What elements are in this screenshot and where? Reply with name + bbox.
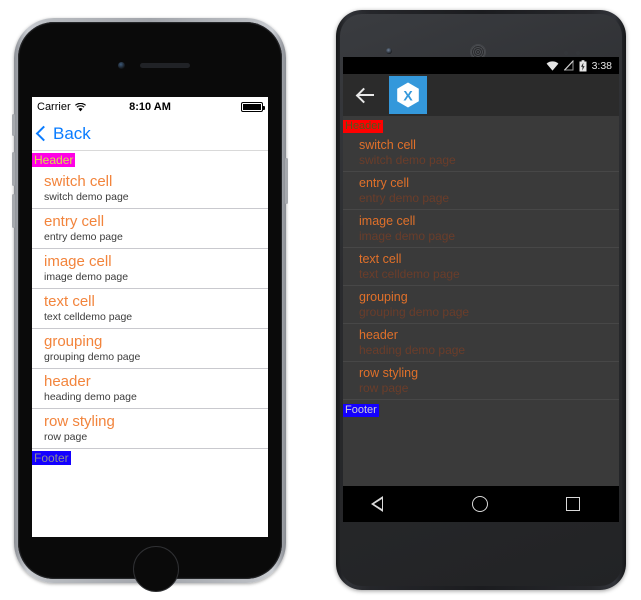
- android-action-bar: X: [343, 74, 619, 116]
- list-item-title: text cell: [359, 252, 402, 266]
- list-item-subtitle: row page: [44, 431, 88, 443]
- svg-text:X: X: [403, 88, 413, 104]
- list-item[interactable]: header heading demo page: [343, 324, 619, 362]
- chevron-left-icon: [35, 125, 52, 142]
- android-clock: 3:38: [591, 59, 612, 72]
- list-item-subtitle: entry demo page: [44, 231, 123, 243]
- list-item[interactable]: grouping grouping demo page: [343, 286, 619, 324]
- ios-list-header: Header: [32, 151, 268, 169]
- android-light-sensor: [576, 51, 580, 55]
- wifi-icon: [546, 60, 558, 71]
- list-item-title: switch cell: [44, 173, 113, 190]
- ios-nav-bar: Back: [32, 117, 268, 151]
- arrow-left-icon[interactable]: [357, 86, 375, 104]
- list-item-subtitle: row page: [359, 381, 409, 395]
- list-item-title: text cell: [44, 293, 95, 310]
- battery-icon: [241, 102, 265, 112]
- ios-list-footer: Footer: [32, 449, 268, 467]
- list-item-title: entry cell: [359, 176, 410, 190]
- iphone-power-button[interactable]: [285, 158, 288, 204]
- list-item-subtitle: grouping demo page: [44, 351, 141, 363]
- iphone-device-frame: Carrier 8:10 AM Back Header switch cell …: [12, 18, 288, 592]
- list-item-subtitle: grouping demo page: [359, 305, 470, 319]
- android-list[interactable]: Header switch cell switch demo page entr…: [343, 116, 619, 418]
- list-item-subtitle: heading demo page: [44, 391, 137, 403]
- list-item-title: header: [359, 328, 398, 342]
- ios-back-label: Back: [53, 123, 91, 143]
- list-item-title: row styling: [44, 413, 115, 430]
- ios-header-badge: Header: [32, 153, 76, 167]
- list-item-subtitle: entry demo page: [359, 191, 450, 205]
- ios-back-button[interactable]: Back: [35, 123, 91, 144]
- ios-status-bar: Carrier 8:10 AM: [32, 97, 268, 117]
- list-item-title: entry cell: [44, 213, 105, 230]
- nav-home-icon[interactable]: [472, 496, 488, 512]
- list-item-subtitle: heading demo page: [359, 343, 466, 357]
- android-proximity-sensor: [564, 51, 568, 55]
- list-item-title: header: [44, 373, 91, 390]
- list-item[interactable]: grouping grouping demo page: [32, 329, 268, 369]
- ios-list[interactable]: Header switch cell switch demo page entr…: [32, 151, 268, 467]
- android-front-camera-icon: [386, 48, 392, 54]
- list-item[interactable]: row styling row page: [32, 409, 268, 449]
- list-item[interactable]: header heading demo page: [32, 369, 268, 409]
- android-screen: 3:38 X Header switch cell switch demo pa…: [343, 57, 619, 522]
- list-item-title: row styling: [359, 366, 419, 380]
- ios-footer-badge: Footer: [32, 451, 71, 465]
- ios-clock: 8:10 AM: [129, 101, 171, 113]
- list-item[interactable]: switch cell switch demo page: [32, 169, 268, 209]
- list-item-subtitle: switch demo page: [359, 153, 456, 167]
- android-nav-bar: [343, 486, 619, 522]
- iphone-volume-down-button[interactable]: [12, 194, 15, 228]
- android-header-badge: Header: [343, 120, 384, 133]
- android-device-frame: 3:38 X Header switch cell switch demo pa…: [336, 10, 626, 590]
- list-item[interactable]: entry cell entry demo page: [32, 209, 268, 249]
- android-status-bar: 3:38: [343, 57, 619, 74]
- iphone-home-button[interactable]: [133, 546, 179, 592]
- list-item-subtitle: image demo page: [359, 229, 456, 243]
- iphone-volume-up-button[interactable]: [12, 152, 15, 186]
- list-item-title: grouping: [359, 290, 408, 304]
- list-item[interactable]: switch cell switch demo page: [343, 134, 619, 172]
- list-item-title: image cell: [359, 214, 416, 228]
- list-item[interactable]: row styling row page: [343, 362, 619, 400]
- list-item-subtitle: text celldemo page: [359, 267, 460, 281]
- xamarin-logo-icon: X: [389, 76, 427, 114]
- list-item[interactable]: image cell image demo page: [32, 249, 268, 289]
- list-item-subtitle: switch demo page: [44, 191, 129, 203]
- list-item-title: grouping: [44, 333, 103, 350]
- list-item-subtitle: text celldemo page: [44, 311, 133, 323]
- android-list-header: Header: [343, 116, 619, 134]
- list-item-subtitle: image demo page: [44, 271, 129, 283]
- list-item-title: switch cell: [359, 138, 416, 152]
- battery-charging-icon: [579, 59, 587, 71]
- list-item-title: image cell: [44, 253, 112, 270]
- iphone-screen: Carrier 8:10 AM Back Header switch cell …: [32, 97, 268, 537]
- signal-off-icon: [563, 60, 574, 71]
- list-item[interactable]: text cell text celldemo page: [32, 289, 268, 329]
- list-item[interactable]: text cell text celldemo page: [343, 248, 619, 286]
- iphone-silent-switch[interactable]: [12, 114, 15, 136]
- list-item[interactable]: entry cell entry demo page: [343, 172, 619, 210]
- android-footer-badge: Footer: [343, 404, 379, 417]
- android-list-footer: Footer: [343, 400, 619, 418]
- nav-recents-icon[interactable]: [566, 497, 580, 511]
- list-item[interactable]: image cell image demo page: [343, 210, 619, 248]
- nav-back-icon[interactable]: [371, 496, 394, 512]
- iphone-earpiece-speaker: [140, 63, 190, 68]
- iphone-front-camera-icon: [118, 62, 125, 69]
